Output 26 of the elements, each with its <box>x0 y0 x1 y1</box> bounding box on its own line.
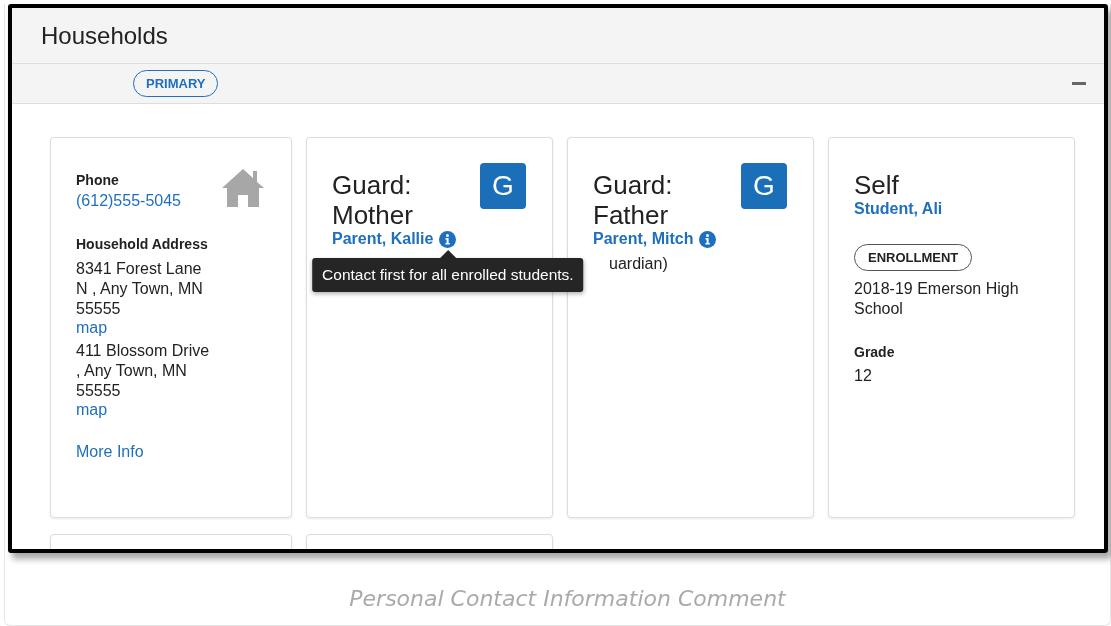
info-icon[interactable] <box>699 230 717 248</box>
grade-value: 12 <box>854 366 873 386</box>
contact-role: Self <box>854 170 900 200</box>
grade-label: Grade <box>854 344 896 360</box>
guardian-badge: G <box>480 163 526 209</box>
phone-label: Phone <box>76 172 120 188</box>
relationship-text: uardian) <box>609 254 669 274</box>
map-link[interactable]: map <box>76 401 108 419</box>
contact-name-link[interactable]: Parent, Mitch <box>593 230 694 248</box>
phone-link[interactable]: (612)555-5045 <box>76 192 181 210</box>
contact-role: Guard: Mother <box>332 170 414 230</box>
address-text: 8341 Forest Lane N , Any Town, MN 55555 <box>76 259 204 319</box>
map-link[interactable]: map <box>76 319 108 337</box>
school-text: 2018-19 Emerson High School <box>854 279 1020 319</box>
panel-title: Households <box>41 21 168 50</box>
figure-caption: Personal Contact Information Comment <box>348 586 788 611</box>
address-label: Household Address <box>76 236 209 252</box>
info-icon[interactable] <box>439 230 457 248</box>
contact-role: Guard: Father <box>593 170 674 230</box>
more-info-link[interactable]: More Info <box>76 443 144 461</box>
tooltip: Contact first for all enrolled students. <box>312 249 584 292</box>
contact-name-link[interactable]: Parent, Kallie <box>332 230 434 248</box>
house-icon <box>220 167 266 209</box>
contact-name-link[interactable]: Student, Ali <box>854 200 943 217</box>
address-text: 411 Blossom Drive , Any Town, MN 55555 <box>76 341 210 401</box>
guardian-badge: G <box>741 163 787 209</box>
